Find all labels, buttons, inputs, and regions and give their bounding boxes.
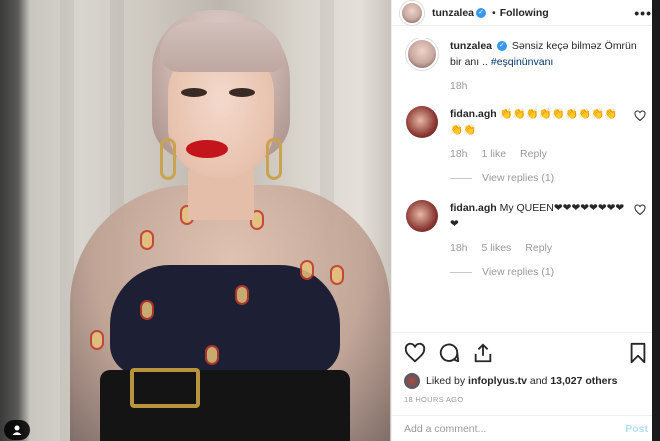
comment-like-icon[interactable] (634, 204, 646, 216)
user-icon (12, 425, 22, 435)
comment-likes[interactable]: 1 like (482, 146, 507, 162)
replies-divider (450, 177, 472, 179)
photo-eye (181, 88, 207, 97)
following-button[interactable]: Following (500, 7, 549, 19)
comment-like-icon[interactable] (634, 110, 646, 122)
photo-patch (330, 265, 344, 285)
liker-avatar[interactable] (404, 373, 420, 389)
add-comment-input[interactable] (404, 422, 626, 435)
photo-eye (229, 88, 255, 97)
post-header: tunzalea ✓ • Following ••• (392, 0, 660, 26)
verified-badge-icon: ✓ (476, 7, 487, 18)
liked-by-middle: and (529, 375, 548, 387)
photo-top (110, 265, 340, 375)
verified-badge-icon: ✓ (496, 41, 507, 52)
view-replies-button[interactable]: View replies (1) (450, 172, 646, 184)
reply-button[interactable]: Reply (520, 146, 547, 162)
author-avatar[interactable] (406, 38, 438, 70)
photo-patch (235, 285, 249, 305)
post-timestamp[interactable]: 18 HOURS AGO (404, 395, 648, 404)
post-actions: Liked by infoplyus.tv and 13,027 others … (392, 332, 660, 404)
liked-by: Liked by infoplyus.tv and 13,027 others (404, 373, 648, 389)
add-comment-bar: Post (392, 415, 660, 441)
post-comment-button[interactable]: Post (625, 423, 648, 435)
photo-earring (160, 138, 176, 180)
photo-patch (205, 345, 219, 365)
author-avatar[interactable] (400, 0, 424, 25)
photo-lips (186, 140, 228, 158)
photo-belt-buckle (130, 368, 200, 408)
photo-patch (90, 330, 104, 350)
comment-likes[interactable]: 5 likes (482, 240, 512, 256)
share-icon[interactable] (472, 342, 494, 364)
view-replies-button[interactable]: View replies (1) (450, 266, 646, 278)
photo-patch (140, 230, 154, 250)
view-replies-label: View replies (1) (482, 266, 555, 278)
header-separator: • (492, 6, 496, 19)
tagged-users-button[interactable] (4, 420, 30, 440)
bookmark-icon[interactable] (628, 342, 648, 364)
photo-bangs (160, 22, 284, 72)
photo-patch (140, 300, 154, 320)
comments-list[interactable]: tunzalea ✓ Sənsiz keçə bilməz Ömrün bir … (392, 38, 660, 332)
photo-earring (266, 138, 282, 180)
commenter-avatar[interactable] (406, 106, 438, 138)
more-options-icon[interactable]: ••• (634, 5, 652, 21)
liked-by-user[interactable]: infoplyus.tv (468, 375, 527, 387)
likes-count[interactable]: 13,027 others (550, 375, 617, 387)
caption: tunzalea ✓ Sənsiz keçə bilməz Ömrün bir … (406, 38, 646, 94)
comment-item: fidan.agh My QUEEN❤❤❤❤❤❤❤❤❤ 18h 5 likes … (406, 200, 646, 256)
background-overlay (652, 0, 660, 441)
post-photo[interactable] (0, 0, 391, 441)
view-replies-label: View replies (1) (482, 172, 555, 184)
comment-time[interactable]: 18h (450, 146, 468, 162)
replies-divider (450, 271, 472, 273)
comment-time[interactable]: 18h (450, 240, 468, 256)
comment-bubble-icon[interactable] (438, 342, 460, 364)
reply-button[interactable]: Reply (525, 240, 552, 256)
heart-outline-icon[interactable] (404, 342, 426, 364)
comment-item: fidan.agh 👏👏👏👏👏👏👏👏👏👏👏 18h 1 like Reply (406, 106, 646, 162)
author-username[interactable]: tunzalea (432, 7, 474, 19)
comment-username[interactable]: fidan.agh (450, 202, 497, 214)
liked-by-prefix: Liked by (426, 375, 466, 387)
commenter-avatar[interactable] (406, 200, 438, 232)
caption-username[interactable]: tunzalea (450, 40, 492, 52)
post-side-panel: tunzalea ✓ • Following ••• tunzalea ✓ Sə… (391, 0, 660, 441)
caption-hashtag[interactable]: #eşqinünvanı (491, 56, 553, 68)
comment-username[interactable]: fidan.agh (450, 108, 497, 120)
caption-time[interactable]: 18h (450, 78, 468, 94)
photo-patch (300, 260, 314, 280)
